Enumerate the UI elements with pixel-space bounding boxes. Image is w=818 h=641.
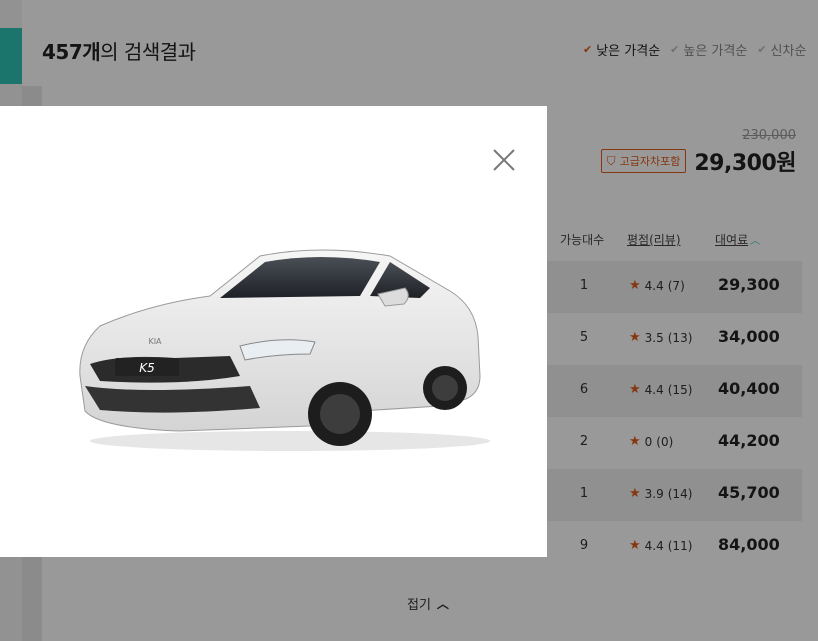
close-icon <box>493 149 515 171</box>
car-illustration: K5 KIA <box>79 249 490 451</box>
car-image: K5 KIA <box>60 236 490 456</box>
car-image-modal: K5 KIA <box>0 106 547 557</box>
brand-logo: KIA <box>148 337 162 346</box>
close-button[interactable] <box>490 146 518 174</box>
plate-text: K5 <box>139 361 155 375</box>
